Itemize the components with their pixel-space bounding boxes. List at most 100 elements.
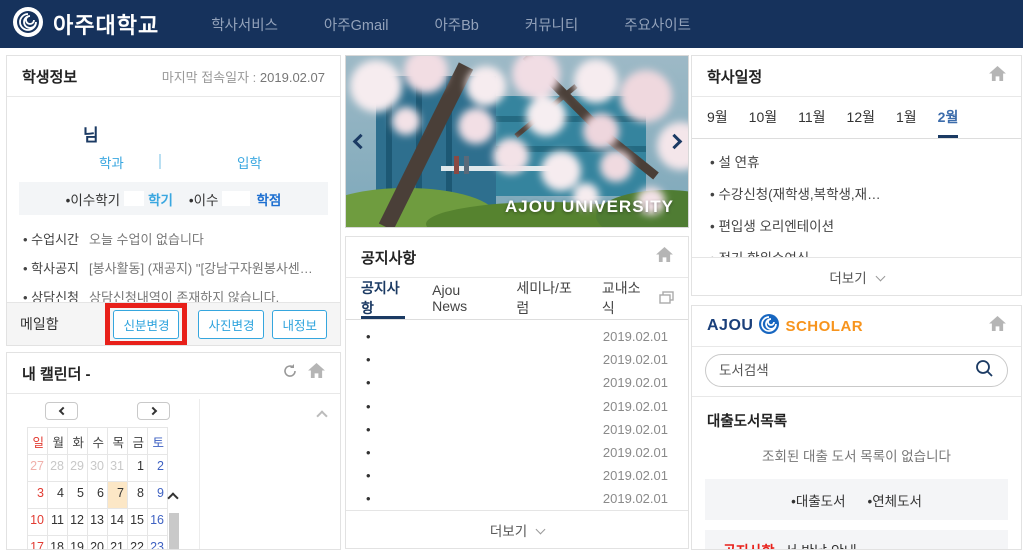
schedule-item[interactable]: • 수강신청(재학생,복학생,재… [710,183,1003,203]
day-cell[interactable]: 14 [108,509,128,536]
scrollbar-thumb[interactable] [169,513,179,550]
tab-month-11[interactable]: 11월 [798,97,825,138]
carousel-banner[interactable]: AJOU UNIVERSITY [345,55,689,228]
schedule-item[interactable]: • 설 연휴 [710,151,1003,171]
semester-unit[interactable]: 학기 [148,189,173,209]
loan-links-box: •대출도서 •연체도서 [705,479,1008,520]
menu-ajou-bb[interactable]: 아주Bb [434,14,478,35]
notice-row[interactable]: •2019.02.01 [346,371,688,394]
home-icon[interactable] [989,66,1006,86]
tab-month-12[interactable]: 12월 [847,97,875,138]
weekday-mon: 월 [48,428,68,455]
tab-month-10[interactable]: 10월 [749,97,777,138]
day-cell[interactable]: 3 [28,482,48,509]
calendar-scrollbar[interactable] [169,489,180,550]
day-cell[interactable]: 31 [108,455,128,482]
day-cell[interactable]: 29 [68,455,88,482]
book-search-row [692,347,1021,397]
day-cell[interactable]: 11 [48,509,68,536]
day-cell[interactable]: 2 [148,455,168,482]
notice-row[interactable]: •2019.02.01 [346,418,688,441]
tab-campus-news[interactable]: 교내소식 [602,278,646,319]
overdue-books-link[interactable]: •연체도서 [868,490,922,510]
home-icon[interactable] [656,247,673,267]
book-search-box[interactable] [705,354,1008,387]
tab-month-1[interactable]: 1월 [896,97,917,138]
calendar-prev-button[interactable] [45,402,78,420]
windows-icon[interactable] [659,291,674,309]
day-cell[interactable]: 30 [88,455,108,482]
day-cell[interactable]: 6 [88,482,108,509]
last-access: 마지막 접속일자 : 2019.02.07 [162,67,325,86]
schedule-item[interactable]: • 편입생 오리엔테이션 [710,215,1003,235]
home-icon[interactable] [989,316,1006,336]
day-cell-today[interactable]: 7 [108,482,128,509]
refresh-icon[interactable] [282,363,298,384]
scroll-up-icon[interactable] [167,492,178,503]
weekday-wed: 수 [88,428,108,455]
tab-month-2[interactable]: 2월 [938,97,959,138]
library-notice-box[interactable]: 공지사항 서 반납 안내 [705,530,1008,550]
identity-change-button[interactable]: 신분변경 [113,310,179,339]
carousel-prev-icon[interactable] [350,128,370,156]
search-icon[interactable] [975,359,994,383]
book-search-input[interactable] [719,363,975,378]
home-icon[interactable] [308,363,325,383]
mailbox-label[interactable]: 메일함 [20,314,105,334]
day-cell[interactable]: 17 [28,536,48,550]
notice-row[interactable]: •2019.02.01 [346,395,688,418]
notice-row[interactable]: •2019.02.01 [346,325,688,348]
weekday-sat: 토 [148,428,168,455]
schedule-more-button[interactable]: 더보기 [692,257,1021,295]
credit-unit[interactable]: 학점 [256,189,281,209]
university-logo[interactable]: 아주대학교 [12,6,159,43]
menu-academic-services[interactable]: 학사서비스 [211,14,278,35]
calendar-next-button[interactable] [137,402,170,420]
day-cell[interactable]: 23 [148,536,168,550]
day-cell[interactable]: 19 [68,536,88,550]
day-cell[interactable]: 27 [28,455,48,482]
notice-row[interactable]: •2019.02.01 [346,348,688,371]
library-notice-text[interactable]: 서 반납 안내 [785,541,857,550]
tab-notices[interactable]: 공지사항 [361,278,405,319]
day-cell[interactable]: 21 [108,536,128,550]
chevron-down-icon [536,525,546,535]
admission-label: 입학 [237,152,262,172]
tab-month-9[interactable]: 9월 [707,97,728,138]
day-cell[interactable]: 28 [48,455,68,482]
menu-main-sites[interactable]: 주요사이트 [624,14,691,35]
menu-community[interactable]: 커뮤니티 [525,14,578,35]
menu-ajou-gmail[interactable]: 아주Gmail [324,14,389,35]
my-info-button[interactable]: 내정보 [272,310,327,339]
day-cell[interactable]: 15 [128,509,148,536]
day-cell[interactable]: 22 [128,536,148,550]
academic-notice-row[interactable]: • 학사공지 [봉사활동] (재공지) "[강남구자원봉사센터]… [23,258,324,277]
day-cell[interactable]: 5 [68,482,88,509]
day-cell[interactable]: 8 [128,482,148,509]
schedule-scroll-up-icon[interactable] [316,410,327,421]
tab-ajou-news[interactable]: Ajou News [432,278,489,319]
main-menu: 학사서비스 아주Gmail 아주Bb 커뮤니티 주요사이트 [211,14,691,35]
notice-row[interactable]: •2019.02.01 [346,441,688,464]
day-cell[interactable]: 10 [28,509,48,536]
notices-panel: 공지사항 공지사항 Ajou News 세미나/포럼 교내소식 •2019.02… [345,236,689,549]
day-cell[interactable]: 1 [128,455,148,482]
ajou-scholar-logo[interactable]: AJOU SCHOLAR [707,313,863,340]
tab-seminar-forum[interactable]: 세미나/포럼 [516,278,574,319]
day-cell[interactable]: 13 [88,509,108,536]
loan-books-link[interactable]: •대출도서 [791,490,845,510]
university-name: 아주대학교 [53,8,159,40]
carousel-next-icon[interactable] [664,128,684,156]
day-cell[interactable]: 16 [148,509,168,536]
photo-change-button[interactable]: 사진변경 [198,310,264,339]
day-cell[interactable]: 20 [88,536,108,550]
loan-empty-message: 조회된 대출 도서 목록이 없습니다 [692,435,1021,479]
notice-row[interactable]: •2019.02.01 [346,464,688,487]
notice-row[interactable]: •2019.02.01 [346,487,688,510]
day-cell[interactable]: 12 [68,509,88,536]
day-cell[interactable]: 9 [148,482,168,509]
day-cell[interactable]: 4 [48,482,68,509]
weekday-tue: 화 [68,428,88,455]
notices-more-button[interactable]: 더보기 [346,510,688,548]
day-cell[interactable]: 18 [48,536,68,550]
